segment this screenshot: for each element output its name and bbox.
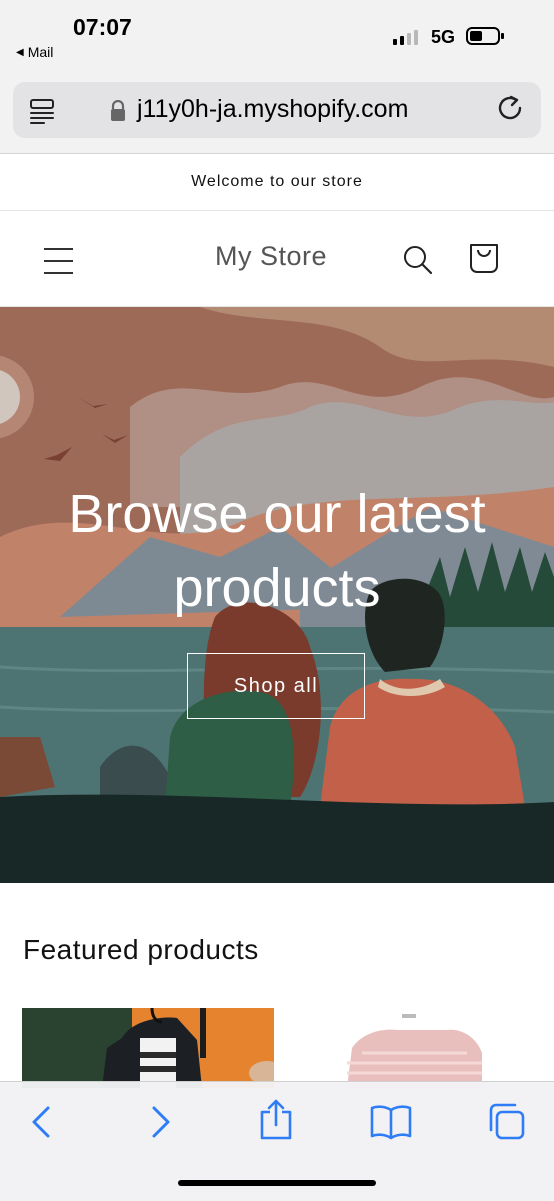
- lock-icon: [110, 99, 126, 127]
- hero-banner: Browse our latest products Shop all: [0, 307, 554, 883]
- network-type: 5G: [431, 27, 456, 47]
- product-jacket-image: [22, 1008, 274, 1088]
- store-header: My Store: [0, 211, 554, 307]
- product-cardigan-image: [302, 1008, 554, 1088]
- hero-heading-line-2: products: [173, 558, 381, 618]
- hero-heading: Browse our latest products: [0, 477, 554, 625]
- store-logo-link[interactable]: My Store: [0, 241, 542, 272]
- url-text[interactable]: j11y0h-ja.myshopify.com: [137, 95, 408, 124]
- signal-icon: [393, 29, 418, 45]
- search-icon[interactable]: [402, 244, 434, 281]
- back-triangle-icon: ◀: [16, 46, 24, 58]
- product-card-image[interactable]: [22, 1008, 274, 1088]
- share-icon[interactable]: [258, 1098, 294, 1147]
- hero-heading-line-1: Browse our latest: [68, 484, 486, 544]
- tabs-icon[interactable]: [487, 1102, 527, 1147]
- back-icon[interactable]: [28, 1102, 56, 1147]
- back-app-label: Mail: [27, 44, 54, 60]
- shop-all-button[interactable]: Shop all: [187, 653, 365, 719]
- reader-icon[interactable]: [29, 98, 55, 129]
- bookmarks-icon[interactable]: [369, 1104, 413, 1145]
- product-card-image[interactable]: [302, 1008, 554, 1088]
- status-bar: 07:07 ◀ Mail 5G: [0, 0, 554, 75]
- home-indicator[interactable]: [178, 1180, 376, 1186]
- battery-icon: [466, 27, 504, 45]
- cart-icon[interactable]: [469, 242, 499, 279]
- back-to-app-button[interactable]: ◀ Mail: [16, 44, 53, 60]
- browser-address-area: j11y0h-ja.myshopify.com: [0, 75, 554, 154]
- reload-icon[interactable]: [496, 94, 526, 129]
- featured-products-heading: Featured products: [23, 934, 259, 965]
- forward-icon[interactable]: [146, 1102, 174, 1147]
- clock: 07:07: [73, 14, 132, 40]
- announcement-bar: Welcome to our store: [0, 154, 554, 211]
- address-bar[interactable]: j11y0h-ja.myshopify.com: [13, 82, 541, 138]
